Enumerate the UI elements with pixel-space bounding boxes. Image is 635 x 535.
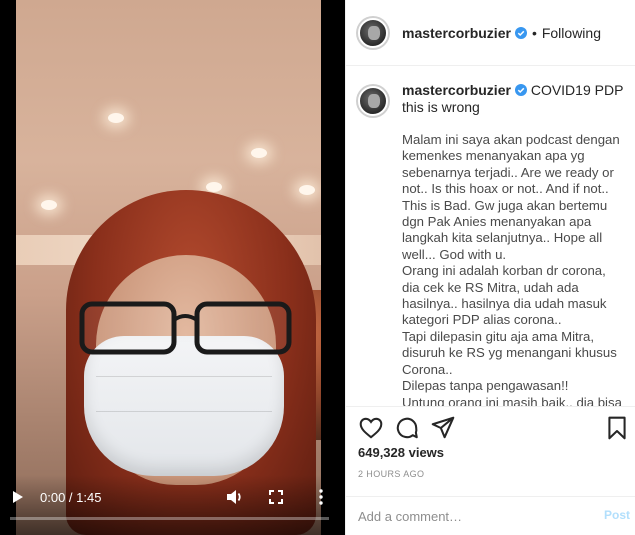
post-comment-button[interactable]: Post xyxy=(604,508,630,522)
like-button[interactable] xyxy=(358,415,384,441)
caption-header: mastercorbuzier COVID19 PDP this is wron… xyxy=(356,82,626,118)
post-header: mastercorbuzier • Following xyxy=(346,0,635,66)
volume-icon xyxy=(227,490,241,504)
verified-badge-icon xyxy=(514,26,527,39)
video-controls: 0:00 / 1:45 xyxy=(0,475,345,535)
duration: 1:45 xyxy=(76,489,102,505)
more-vertical-icon xyxy=(319,489,323,505)
ceiling-light xyxy=(41,200,57,210)
avatar[interactable] xyxy=(356,15,390,50)
caption-avatar[interactable] xyxy=(356,84,390,118)
share-button[interactable] xyxy=(430,415,456,441)
username-text: mastercorbuzier xyxy=(402,24,511,41)
ceiling-light xyxy=(108,113,124,123)
eyeglasses xyxy=(79,301,292,355)
save-button[interactable] xyxy=(604,415,630,441)
caption-scroll-area[interactable]: mastercorbuzier COVID19 PDP this is wron… xyxy=(346,66,635,406)
comment-icon xyxy=(396,417,418,439)
ceiling-light xyxy=(299,185,315,195)
fullscreen-icon xyxy=(269,490,283,504)
caption-headline: mastercorbuzier COVID19 PDP this is wron… xyxy=(402,82,626,118)
caption-username[interactable]: mastercorbuzier xyxy=(402,82,511,98)
video-player[interactable]: 0:00 / 1:45 xyxy=(0,0,345,535)
video-progress-bar[interactable] xyxy=(10,517,329,520)
more-options-button[interactable] xyxy=(312,486,330,508)
comment-button[interactable] xyxy=(394,415,420,441)
comment-input[interactable] xyxy=(358,505,588,527)
play-icon xyxy=(13,491,23,503)
send-icon xyxy=(431,416,455,439)
ceiling-light xyxy=(251,148,267,158)
following-button[interactable]: Following xyxy=(542,25,601,41)
play-button[interactable] xyxy=(8,486,28,508)
caption-body: Malam ini saya akan podcast dengan kemen… xyxy=(402,132,622,406)
time-separator: / xyxy=(65,489,77,505)
username-link[interactable]: mastercorbuzier xyxy=(402,25,527,41)
view-count[interactable]: 649,328 views xyxy=(358,445,444,460)
heart-icon xyxy=(359,417,383,439)
fullscreen-button[interactable] xyxy=(266,486,286,508)
bookmark-icon xyxy=(608,416,626,440)
comment-bar: Post xyxy=(346,496,635,535)
post-panel: mastercorbuzier • Following mastercorbuz… xyxy=(345,0,635,535)
video-time: 0:00 / 1:45 xyxy=(40,486,101,508)
action-bar xyxy=(346,406,635,448)
current-time: 0:00 xyxy=(40,489,66,505)
volume-button[interactable] xyxy=(224,486,246,508)
separator-dot: • xyxy=(531,24,537,41)
video-frame[interactable] xyxy=(16,0,321,535)
ceiling-light xyxy=(206,182,222,192)
verified-badge-icon xyxy=(514,84,527,96)
post-timestamp[interactable]: 2 HOURS AGO xyxy=(358,469,424,479)
